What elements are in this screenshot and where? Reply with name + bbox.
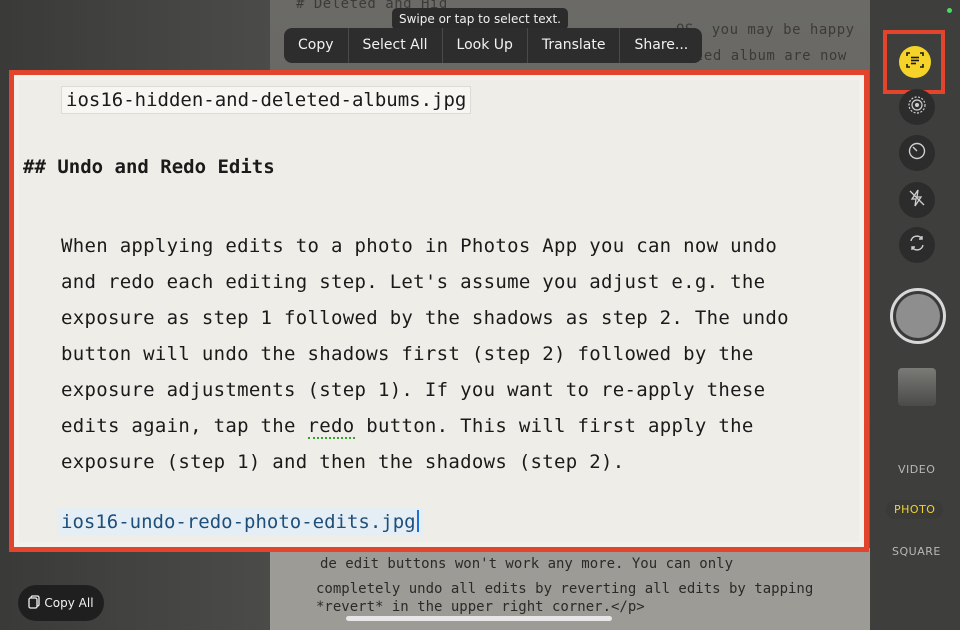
recognized-text-area[interactable]: ios16-hidden-and-deleted-albums.jpg ## U… <box>19 80 859 542</box>
copy-menu-item[interactable]: Copy <box>284 28 349 63</box>
share-menu-item[interactable]: Share... <box>620 28 702 63</box>
redo-word: redo <box>307 415 355 439</box>
shutter-button[interactable] <box>890 288 946 344</box>
copy-icon <box>28 594 41 612</box>
background-text-line: de edit buttons won't work any more. You… <box>320 556 734 572</box>
background-text-line: *revert* in the upper right corner.</p> <box>316 599 645 615</box>
line-text: edits again, tap the <box>61 415 308 437</box>
look-up-menu-item[interactable]: Look Up <box>443 28 528 63</box>
background-text-line: OS, you may be happy <box>676 22 855 38</box>
mode-square[interactable]: SQUARE <box>892 545 941 558</box>
line-text: button. This will first apply the <box>354 415 754 437</box>
live-photo-button[interactable] <box>899 89 935 125</box>
timer-button[interactable] <box>899 135 935 171</box>
shutter-inner <box>896 294 940 338</box>
home-indicator[interactable] <box>346 616 612 621</box>
timer-icon <box>907 141 927 165</box>
flash-off-icon <box>907 188 927 212</box>
live-photo-icon <box>907 95 927 119</box>
body-paragraph: When applying edits to a photo in Photos… <box>61 228 859 480</box>
switch-camera-button[interactable] <box>899 227 935 263</box>
mode-photo[interactable]: PHOTO <box>886 500 944 519</box>
live-text-highlight-frame: ios16-hidden-and-deleted-albums.jpg ## U… <box>9 70 869 552</box>
image-filename-bottom: ios16-undo-redo-photo-edits.jpg <box>57 508 423 535</box>
flash-button[interactable] <box>899 182 935 218</box>
camera-active-indicator <box>947 8 952 13</box>
text-context-menu: Copy Select All Look Up Translate Share.… <box>284 28 703 63</box>
live-text-button[interactable] <box>899 46 931 78</box>
translate-menu-item[interactable]: Translate <box>528 28 621 63</box>
copy-all-label: Copy All <box>44 596 94 610</box>
paragraph-line: edits again, tap the redo button. This w… <box>61 408 859 444</box>
paragraph-line: button will undo the shadows first (step… <box>61 343 754 365</box>
mode-video[interactable]: VIDEO <box>898 463 935 476</box>
live-text-icon <box>905 50 925 74</box>
live-text-highlight <box>883 30 945 94</box>
photo-thumbnail[interactable] <box>898 368 936 406</box>
background-text-line: completely undo all edits by reverting a… <box>316 581 814 597</box>
select-text-hint: Swipe or tap to select text. <box>392 8 568 30</box>
paragraph-line: exposure (step 1) and then the shadows (… <box>61 451 625 473</box>
section-heading: ## Undo and Redo Edits <box>23 156 275 178</box>
paragraph-line: and redo each editing step. Let's assume… <box>61 271 766 293</box>
switch-camera-icon <box>907 233 927 257</box>
paragraph-line: When applying edits to a photo in Photos… <box>61 235 778 257</box>
text-cursor <box>416 510 419 532</box>
paragraph-line: exposure as step 1 followed by the shado… <box>61 307 789 329</box>
image-filename-top: ios16-hidden-and-deleted-albums.jpg <box>61 86 472 114</box>
paragraph-line: exposure adjustments (step 1). If you wa… <box>61 379 766 401</box>
filename-text: ios16-undo-redo-photo-edits.jpg <box>61 511 416 533</box>
copy-all-button[interactable]: Copy All <box>18 585 104 621</box>
select-all-menu-item[interactable]: Select All <box>349 28 443 63</box>
